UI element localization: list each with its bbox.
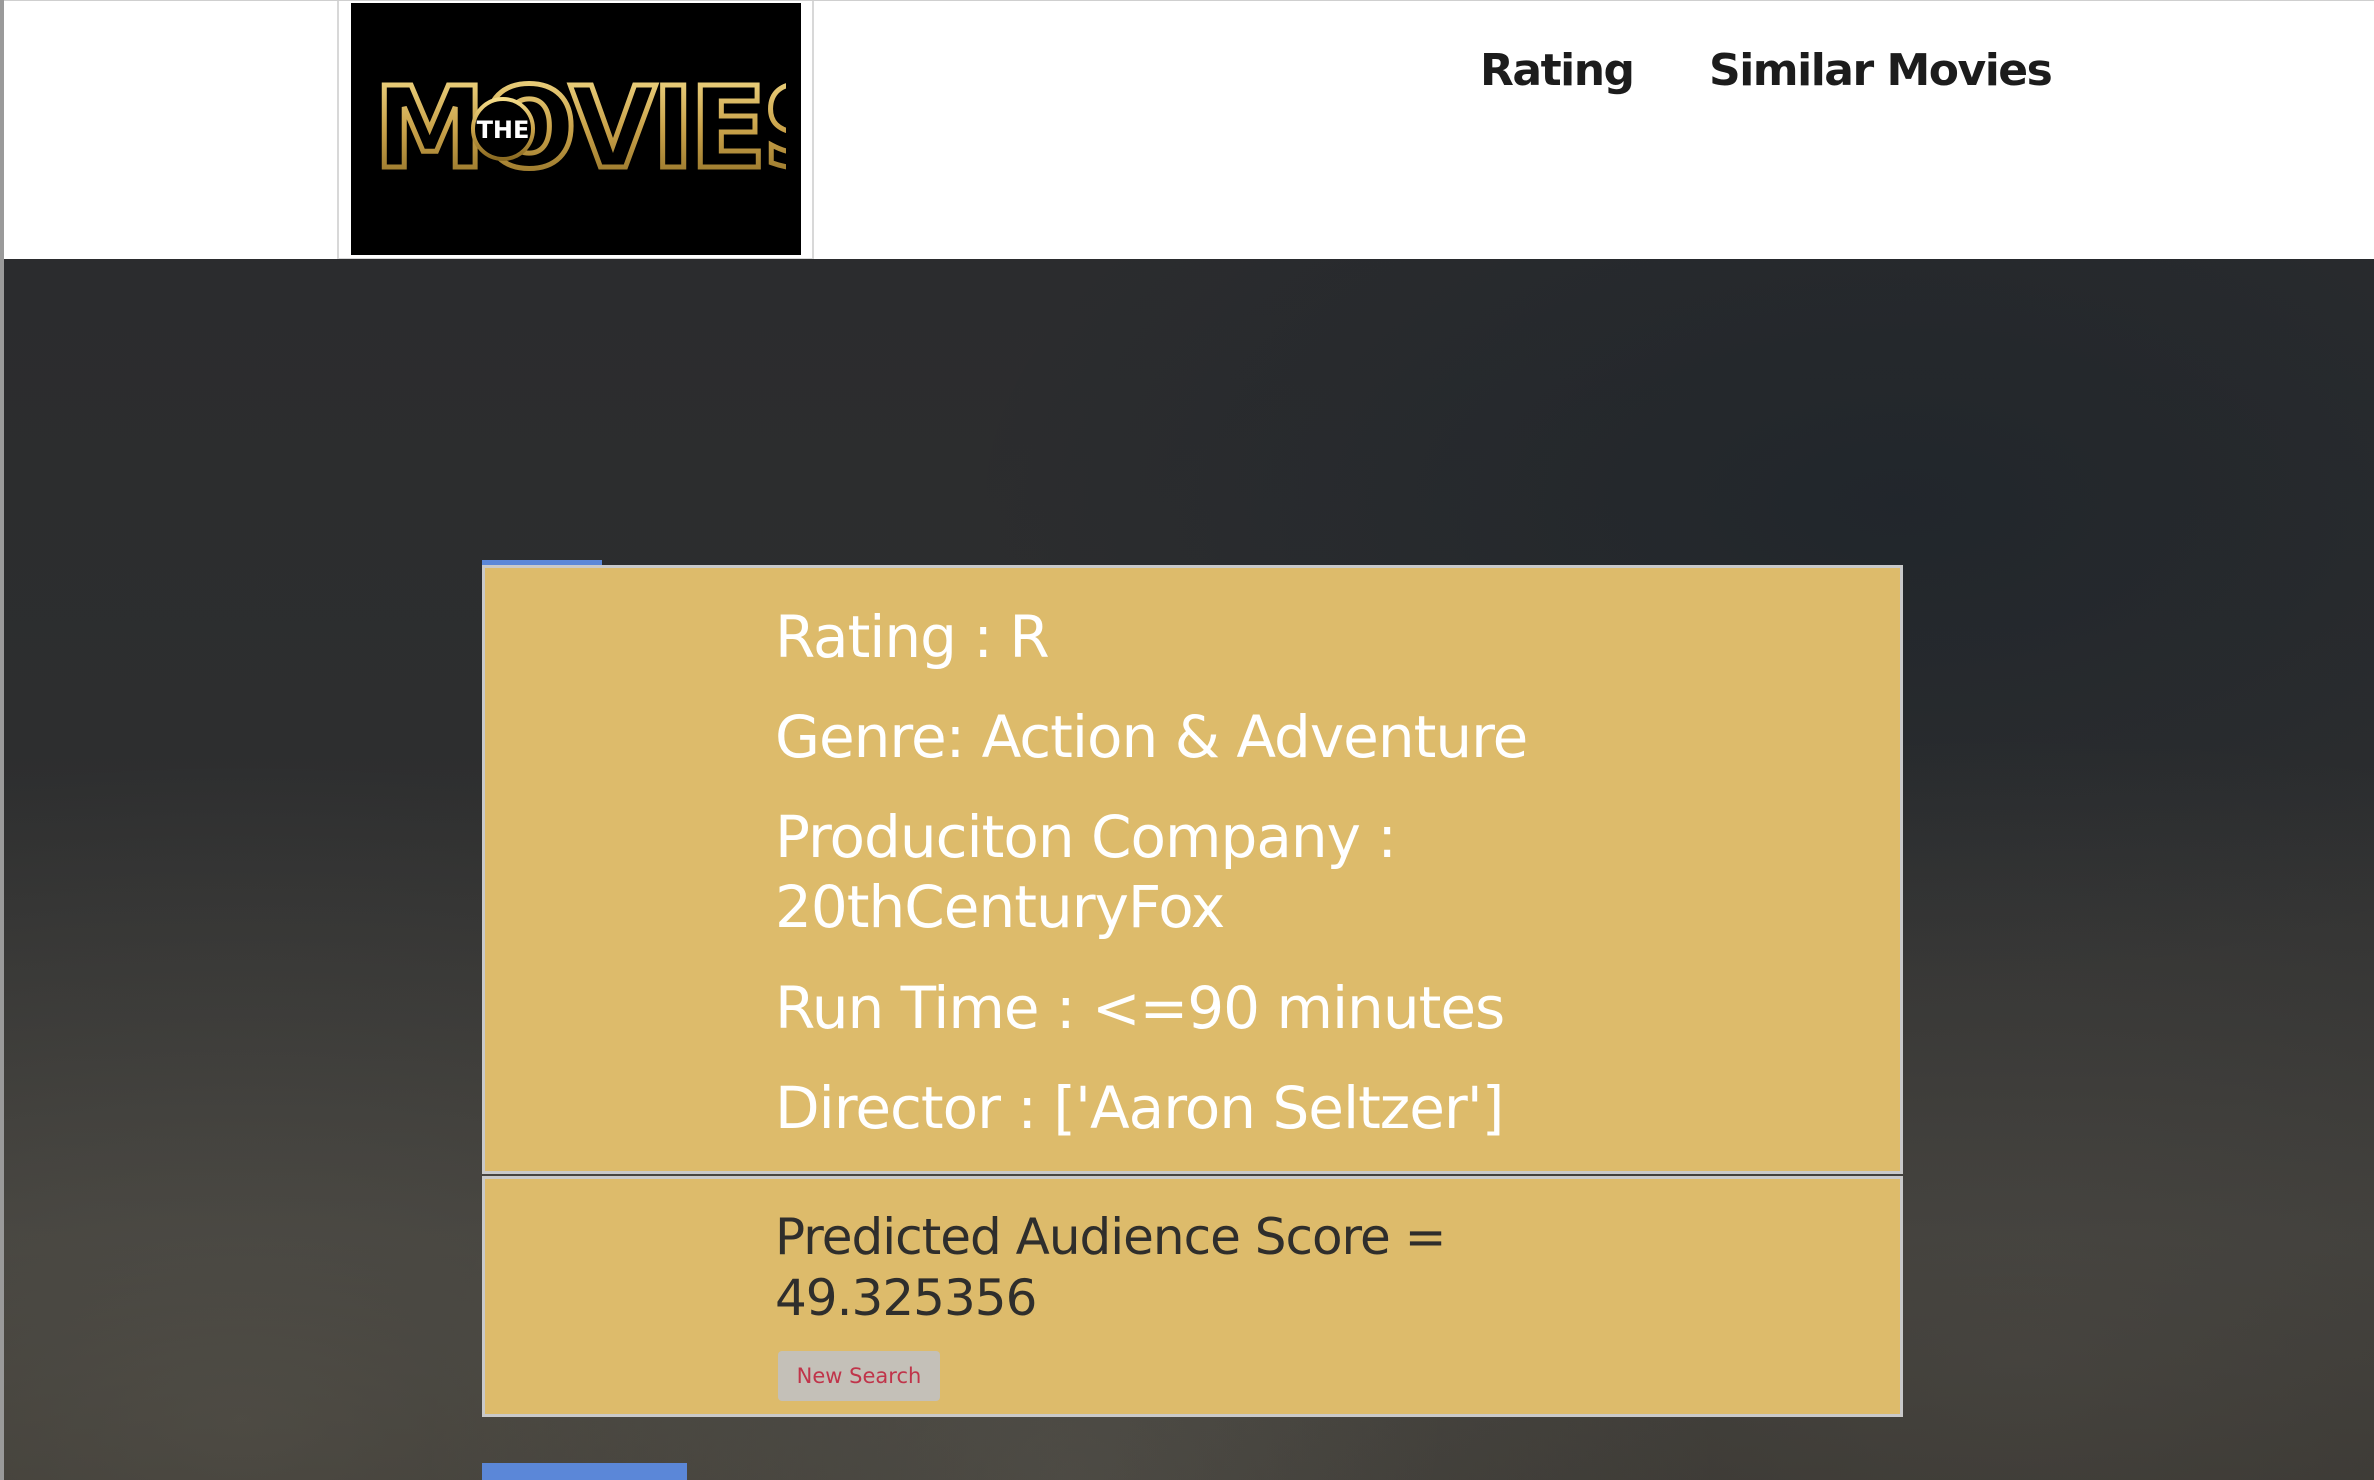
movie-details-card: Rating : R Genre: Action & Adventure Pro… (482, 565, 1903, 1174)
rating-text: Rating : R (775, 603, 1050, 671)
predicted-score-label: Predicted Audience Score = (775, 1208, 1447, 1266)
new-search-button[interactable]: New Search (778, 1351, 940, 1401)
genre-text: Genre: Action & Adventure (775, 703, 1528, 771)
top-navbar: MOVIES THE Rating Similar Movies (4, 0, 2374, 260)
director-text: Director : ['Aaron Seltzer'] (775, 1074, 1504, 1142)
production-company-value: 20thCenturyFox (775, 873, 1225, 941)
bottom-tab-indicator (482, 1463, 687, 1480)
the-movies-logo[interactable]: MOVIES THE (351, 3, 801, 255)
prediction-card: Predicted Audience Score = 49.325356 New… (482, 1176, 1903, 1417)
nav-similar-movies-link[interactable]: Similar Movies (1709, 45, 2053, 96)
production-company-label: Produciton Company : (775, 803, 1397, 871)
runtime-text: Run Time : <=90 minutes (775, 974, 1505, 1042)
predicted-score-value: 49.325356 (775, 1269, 1037, 1327)
logo-the-text: THE (477, 116, 530, 144)
logo-svg: MOVIES THE (372, 62, 787, 197)
logo-frame[interactable]: MOVIES THE (337, 1, 814, 260)
hero-background: Rating : R Genre: Action & Adventure Pro… (4, 259, 2374, 1480)
nav-rating-link[interactable]: Rating (1480, 45, 1635, 96)
logo-wordmark: MOVIES (374, 64, 786, 194)
